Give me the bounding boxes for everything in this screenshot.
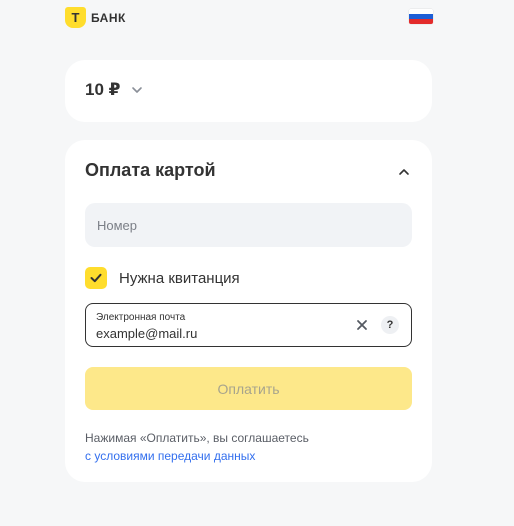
amount-selector[interactable]: 10 ₽	[85, 80, 144, 100]
logo-text: БАНК	[91, 10, 126, 25]
card-number-input[interactable]	[85, 203, 412, 247]
receipt-label: Нужна квитанция	[119, 269, 240, 287]
amount-card: 10 ₽	[65, 60, 432, 122]
email-field[interactable]: Электронная почта ?	[85, 303, 412, 347]
receipt-checkbox-row[interactable]: Нужна квитанция	[85, 267, 240, 289]
terms-notice: Нажимая «Оплатить», вы соглашаетесь с ус…	[85, 429, 412, 465]
email-input[interactable]	[96, 326, 336, 341]
header: Т БАНК	[65, 6, 433, 28]
receipt-checkbox[interactable]	[85, 267, 107, 289]
card-payment-panel: Оплата картой Нужна квитанция Электронна…	[65, 140, 432, 482]
payment-title: Оплата картой	[85, 160, 216, 180]
help-icon[interactable]: ?	[381, 316, 399, 334]
chevron-up-icon[interactable]	[396, 164, 412, 180]
checkmark-icon	[90, 273, 102, 283]
close-icon[interactable]	[355, 318, 369, 332]
amount-value: 10 ₽	[85, 80, 121, 99]
terms-text: Нажимая «Оплатить», вы соглашаетесь	[85, 431, 309, 445]
logo-shield-icon: Т	[65, 7, 86, 28]
terms-link[interactable]: с условиями передачи данных	[85, 447, 412, 465]
russia-flag-icon[interactable]	[409, 9, 433, 24]
flag-stripe-red	[409, 19, 433, 24]
chevron-down-icon	[132, 87, 143, 93]
email-label: Электронная почта	[96, 312, 186, 323]
pay-button[interactable]: Оплатить	[85, 367, 412, 410]
bank-logo[interactable]: Т БАНК	[65, 7, 126, 28]
